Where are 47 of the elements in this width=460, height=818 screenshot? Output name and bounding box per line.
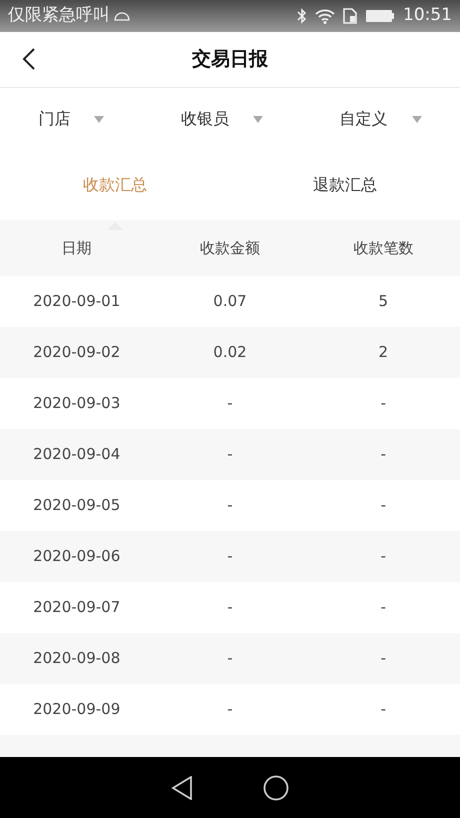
carrier-text: 仅限紧急呼叫 [8,4,110,28]
table-cell: 2 [378,343,388,362]
table-cell: - [380,394,386,412]
table-cell: 2020-09-06 [33,547,120,566]
table-cell: - [227,700,233,718]
table-cell: 5 [378,292,388,310]
caret-icon [412,116,422,122]
filter-dropdown[interactable]: 收银员 [181,107,263,131]
table-cell: 2020-09-04 [33,445,120,464]
caret-icon [253,116,263,122]
sim-icon [343,8,357,24]
table-cell: 2020-09-03 [33,394,120,412]
clock-text: 10:51 [403,4,452,28]
table-cell: - [227,394,233,412]
page-title: 交易日报 [192,47,268,72]
caret-icon [94,116,104,122]
table-cell: - [227,496,233,514]
back-nav-icon[interactable] [171,776,193,800]
column-header: 收款笔数 [353,238,414,257]
table-cell: 2020-09-01 [33,292,120,310]
wifi-icon [315,8,335,24]
table-cell: - [227,649,233,668]
battery-icon [365,9,395,23]
table-cell: 0.07 [213,292,247,310]
filter-dropdown[interactable]: 自定义 [340,107,422,131]
table-cell: 2020-09-09 [33,700,120,718]
bluetooth-icon [297,8,307,24]
table-cell: - [380,445,386,464]
table-cell: - [227,445,233,464]
filter-dropdown[interactable]: 门店 [38,107,104,131]
table-cell: 2020-09-07 [33,598,120,616]
column-header: 日期 [62,238,92,257]
table-cell: - [227,547,233,566]
back-icon[interactable] [22,48,36,70]
table-cell: - [227,598,233,616]
table-cell: - [380,496,386,514]
table-cell: 2020-09-08 [33,649,120,668]
table-cell: - [380,649,386,668]
tab[interactable]: 退款汇总 [307,172,383,198]
table-cell: 2020-09-02 [33,343,120,362]
table-cell: 2020-09-05 [33,496,120,514]
column-header: 收款金额 [200,238,260,257]
table-cell: - [380,598,386,616]
table-cell: - [380,700,386,718]
table-cell: - [380,547,386,566]
home-nav-icon[interactable] [263,774,289,800]
table-cell: 0.02 [213,343,247,362]
